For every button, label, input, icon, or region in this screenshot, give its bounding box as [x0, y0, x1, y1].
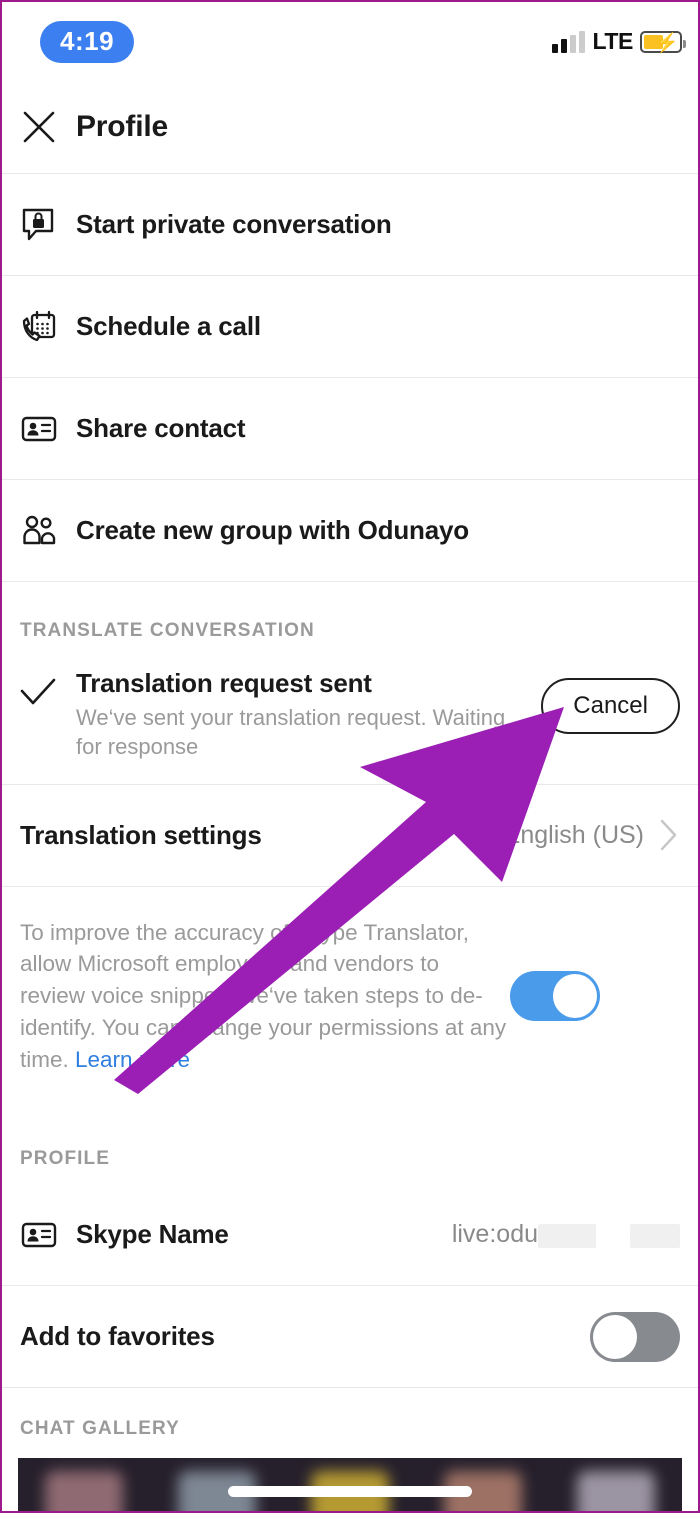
action-label: Share contact	[76, 413, 246, 443]
profile-content: Start private conversation Schedule a ca…	[2, 174, 698, 1511]
section-heading-translate: TRANSLATE CONVERSATION	[2, 582, 698, 656]
translation-status-title: Translation request sent	[76, 668, 372, 698]
voice-review-toggle[interactable]	[510, 971, 600, 1022]
chevron-right-icon	[658, 818, 680, 852]
cancel-button[interactable]: Cancel	[541, 678, 680, 734]
translation-settings-row[interactable]: Translation settings English (US)	[2, 784, 698, 887]
add-to-favorites-toggle[interactable]	[590, 1311, 680, 1362]
add-to-favorites-row[interactable]: Add to favorites	[2, 1286, 698, 1389]
privacy-consent-block: To improve the accuracy of Skype Transla…	[2, 886, 698, 1111]
page-title: Profile	[76, 109, 168, 143]
section-heading-profile: PROFILE	[2, 1110, 698, 1185]
home-indicator	[228, 1486, 472, 1497]
action-label: Start private conversation	[76, 209, 392, 239]
translation-status-block: Translation request sent We‘ve sent your…	[2, 656, 698, 785]
create-group-icon	[20, 512, 76, 550]
skype-name-label: Skype Name	[76, 1219, 229, 1250]
translation-settings-value: English (US)	[503, 820, 644, 849]
action-row-create-new-group[interactable]: Create new group with Odunayo	[2, 480, 698, 582]
skype-name-value: live:odu	[452, 1220, 680, 1249]
add-to-favorites-label: Add to favorites	[20, 1321, 215, 1352]
skype-name-row[interactable]: Skype Name live:odu	[2, 1184, 698, 1287]
contact-card-icon	[20, 1216, 76, 1254]
action-row-share-contact[interactable]: Share contact	[2, 378, 698, 480]
gallery-thumbnail[interactable]	[45, 1471, 124, 1511]
phone-screen: 4:19 LTE ⚡ Profile Start private convers…	[0, 0, 700, 1513]
learn-more-link[interactable]: Learn more	[75, 1047, 190, 1072]
gallery-thumbnail[interactable]	[576, 1471, 655, 1511]
action-row-start-private-conversation[interactable]: Start private conversation	[2, 174, 698, 276]
network-type-label: LTE	[592, 28, 633, 54]
battery-icon: ⚡	[640, 30, 686, 54]
status-bar-indicators: LTE ⚡	[552, 28, 686, 55]
navigation-bar: Profile	[2, 80, 698, 174]
action-label: Create new group with Odunayo	[76, 515, 469, 545]
status-bar-time: 4:19	[40, 21, 135, 63]
cellular-signal-icon	[552, 30, 586, 53]
status-bar: 4:19 LTE ⚡	[2, 2, 698, 80]
checkmark-icon	[20, 668, 76, 713]
action-row-schedule-a-call[interactable]: Schedule a call	[2, 276, 698, 378]
share-contact-icon	[20, 410, 76, 448]
translation-status-subtitle: We‘ve sent your translation request. Wai…	[76, 705, 506, 760]
schedule-call-icon	[20, 308, 76, 346]
action-label: Schedule a call	[76, 311, 261, 341]
privacy-text: To improve the accuracy of Skype Transla…	[20, 917, 510, 1077]
section-heading-chat-gallery: CHAT GALLERY	[2, 1388, 698, 1453]
close-icon[interactable]	[2, 110, 76, 144]
charging-bolt-icon: ⚡	[655, 32, 679, 54]
private-conversation-icon	[20, 206, 76, 244]
translation-settings-label: Translation settings	[20, 819, 262, 850]
